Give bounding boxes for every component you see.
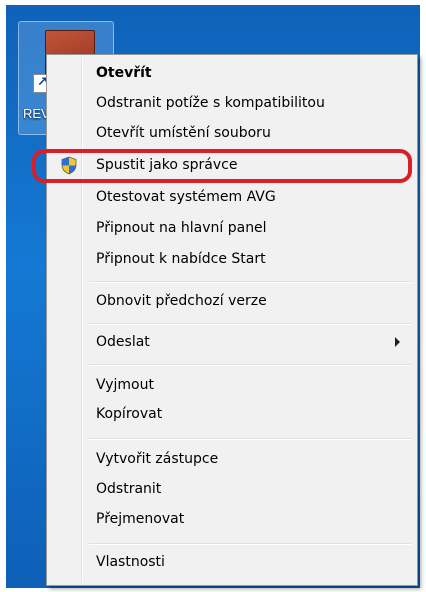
menu-item-label: Přejmenovat xyxy=(96,511,185,527)
menu-item-create-shortcut[interactable]: Vytvořit zástupce xyxy=(50,445,414,473)
menu-item-label: Připnout na hlavní panel xyxy=(96,220,267,236)
menu-separator xyxy=(89,364,411,366)
menu-item-pin-to-start-menu[interactable]: Připnout k nabídce Start xyxy=(50,245,414,273)
menu-item-open-file-location[interactable]: Otevřít umístění souboru xyxy=(50,119,414,147)
menu-item-label: Odeslat xyxy=(96,334,150,350)
menu-item-scan-with-avg[interactable]: Otestovat systémem AVG xyxy=(50,183,414,211)
menu-separator xyxy=(89,281,411,283)
menu-item-restore-previous-versions[interactable]: Obnovit předchozí verze xyxy=(50,287,414,315)
menu-item-label: Otestovat systémem AVG xyxy=(96,189,276,205)
menu-item-send-to[interactable]: Odeslat xyxy=(50,328,414,356)
menu-item-label: Kopírovat xyxy=(96,406,163,422)
menu-separator xyxy=(89,323,411,325)
menu-item-rename[interactable]: Přejmenovat xyxy=(50,505,414,533)
menu-item-troubleshoot-compatibility[interactable]: Odstranit potíže s kompatibilitou xyxy=(50,89,414,117)
menu-item-pin-to-taskbar[interactable]: Připnout na hlavní panel xyxy=(50,214,414,242)
menu-item-label: Vytvořit zástupce xyxy=(96,451,219,467)
menu-item-delete[interactable]: Odstranit xyxy=(50,475,414,503)
submenu-arrow-icon xyxy=(395,337,400,347)
menu-item-label: Obnovit předchozí verze xyxy=(96,293,267,309)
menu-item-label: Odstranit potíže s kompatibilitou xyxy=(96,95,325,111)
menu-separator xyxy=(89,543,411,545)
context-menu: Otevřít Odstranit potíže s kompatibilito… xyxy=(46,54,418,586)
menu-item-cut[interactable]: Vyjmout xyxy=(50,371,414,399)
menu-item-properties[interactable]: Vlastnosti xyxy=(50,548,414,576)
menu-item-label: Vlastnosti xyxy=(96,554,165,570)
menu-item-label: Připnout k nabídce Start xyxy=(96,251,266,267)
menu-item-label: Vyjmout xyxy=(96,377,154,393)
menu-item-label: Otevřít xyxy=(96,65,152,81)
menu-item-open[interactable]: Otevřít xyxy=(50,59,414,87)
menu-item-copy[interactable]: Kopírovat xyxy=(50,400,414,428)
annotation-highlight-ring xyxy=(32,149,412,183)
menu-item-label: Odstranit xyxy=(96,481,162,497)
menu-separator xyxy=(89,438,411,440)
menu-item-label: Otevřít umístění souboru xyxy=(96,125,271,141)
